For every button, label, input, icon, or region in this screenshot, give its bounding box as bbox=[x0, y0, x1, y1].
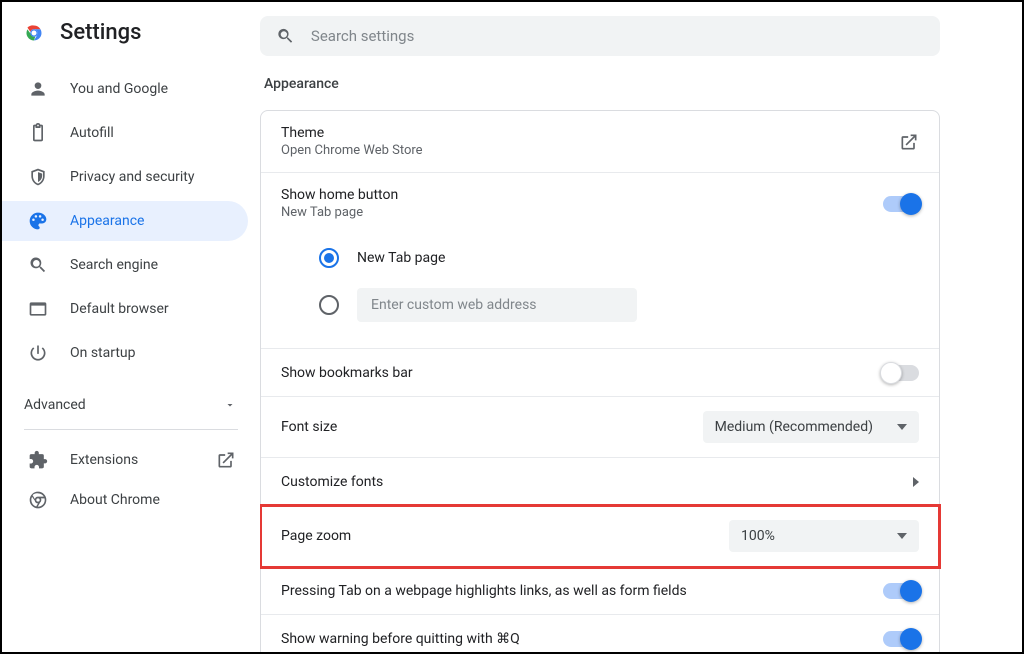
page-zoom-title: Page zoom bbox=[281, 528, 351, 544]
custom-url-input[interactable] bbox=[357, 288, 637, 322]
row-font-size: Font size Medium (Recommended) bbox=[261, 397, 939, 458]
tab-highlight-toggle[interactable] bbox=[883, 583, 919, 599]
shield-icon bbox=[28, 167, 48, 187]
font-size-value: Medium (Recommended) bbox=[715, 419, 873, 435]
sidebar-item-appearance[interactable]: Appearance bbox=[2, 201, 248, 241]
chevron-down-icon bbox=[224, 399, 236, 411]
palette-icon bbox=[28, 211, 48, 231]
external-link-icon bbox=[899, 132, 919, 152]
nav-list: You and Google Autofill Privacy and secu… bbox=[2, 69, 260, 373]
search-bar[interactable] bbox=[260, 16, 940, 56]
home-button-radio-group: New Tab page bbox=[261, 234, 939, 349]
page-zoom-value: 100% bbox=[741, 528, 775, 544]
external-link-icon bbox=[216, 450, 236, 470]
bookmarks-toggle[interactable] bbox=[883, 365, 919, 381]
theme-title: Theme bbox=[281, 125, 423, 141]
quit-warning-toggle[interactable] bbox=[883, 631, 919, 647]
page-title: Settings bbox=[60, 20, 141, 45]
search-icon bbox=[28, 255, 48, 275]
sidebar-item-about-chrome[interactable]: About Chrome bbox=[2, 480, 260, 520]
row-theme[interactable]: Theme Open Chrome Web Store bbox=[261, 111, 939, 173]
home-button-title: Show home button bbox=[281, 187, 398, 203]
row-page-zoom: Page zoom 100% bbox=[261, 506, 939, 567]
sidebar-advanced-label: Advanced bbox=[24, 397, 86, 413]
search-input[interactable] bbox=[311, 27, 924, 45]
theme-sub: Open Chrome Web Store bbox=[281, 143, 423, 158]
font-size-select[interactable]: Medium (Recommended) bbox=[703, 411, 919, 443]
sidebar-item-on-startup[interactable]: On startup bbox=[2, 333, 248, 373]
row-bookmarks-bar: Show bookmarks bar bbox=[261, 349, 939, 397]
sidebar-item-label: Privacy and security bbox=[70, 169, 194, 185]
sidebar-advanced-toggle[interactable]: Advanced bbox=[2, 383, 260, 427]
chrome-outline-icon bbox=[28, 490, 48, 510]
customize-fonts-title: Customize fonts bbox=[281, 474, 383, 490]
sidebar-item-label: Appearance bbox=[70, 213, 144, 229]
home-button-toggle[interactable] bbox=[883, 196, 919, 212]
radio-new-tab-label: New Tab page bbox=[357, 250, 445, 266]
chevron-right-icon bbox=[913, 477, 919, 487]
row-home-button: Show home button New Tab page bbox=[261, 173, 939, 234]
clipboard-icon bbox=[28, 123, 48, 143]
chrome-logo-icon bbox=[24, 23, 44, 43]
brand: Settings bbox=[2, 12, 260, 65]
section-title: Appearance bbox=[264, 76, 1012, 92]
sidebar-item-you-and-google[interactable]: You and Google bbox=[2, 69, 248, 109]
sidebar-item-label: About Chrome bbox=[70, 492, 160, 508]
page-zoom-select[interactable]: 100% bbox=[729, 520, 919, 552]
search-icon bbox=[276, 26, 295, 46]
tab-highlight-title: Pressing Tab on a webpage highlights lin… bbox=[281, 583, 687, 599]
sidebar-item-label: Search engine bbox=[70, 257, 158, 273]
bookmarks-title: Show bookmarks bar bbox=[281, 365, 413, 381]
puzzle-icon bbox=[28, 450, 48, 470]
row-customize-fonts[interactable]: Customize fonts bbox=[261, 458, 939, 506]
font-size-title: Font size bbox=[281, 419, 337, 435]
sidebar-item-autofill[interactable]: Autofill bbox=[2, 113, 248, 153]
sidebar-item-default-browser[interactable]: Default browser bbox=[2, 289, 248, 329]
quit-warning-title: Show warning before quitting with ⌘Q bbox=[281, 631, 520, 647]
sidebar-item-extensions[interactable]: Extensions bbox=[2, 440, 260, 480]
divider bbox=[24, 429, 238, 430]
sidebar: Settings You and Google Autofill Privacy… bbox=[2, 2, 260, 652]
sidebar-item-label: Autofill bbox=[70, 125, 114, 141]
sidebar-item-label: Default browser bbox=[70, 301, 169, 317]
radio-selected-icon bbox=[319, 248, 339, 268]
radio-unselected-icon bbox=[319, 295, 339, 315]
appearance-card: Theme Open Chrome Web Store Show home bu… bbox=[260, 110, 940, 652]
row-tab-highlight: Pressing Tab on a webpage highlights lin… bbox=[261, 567, 939, 615]
row-quit-warning: Show warning before quitting with ⌘Q bbox=[261, 615, 939, 652]
sidebar-item-label: On startup bbox=[70, 345, 136, 361]
sidebar-item-search-engine[interactable]: Search engine bbox=[2, 245, 248, 285]
sidebar-item-label: You and Google bbox=[70, 81, 168, 97]
power-icon bbox=[28, 343, 48, 363]
sidebar-item-privacy[interactable]: Privacy and security bbox=[2, 157, 248, 197]
main-content: Appearance Theme Open Chrome Web Store S… bbox=[260, 2, 1022, 652]
person-icon bbox=[28, 79, 48, 99]
dropdown-icon bbox=[897, 533, 907, 539]
browser-icon bbox=[28, 299, 48, 319]
sidebar-item-label: Extensions bbox=[70, 452, 138, 468]
home-button-sub: New Tab page bbox=[281, 205, 398, 220]
radio-custom-url[interactable] bbox=[319, 278, 919, 332]
radio-new-tab[interactable]: New Tab page bbox=[319, 238, 919, 278]
dropdown-icon bbox=[897, 424, 907, 430]
